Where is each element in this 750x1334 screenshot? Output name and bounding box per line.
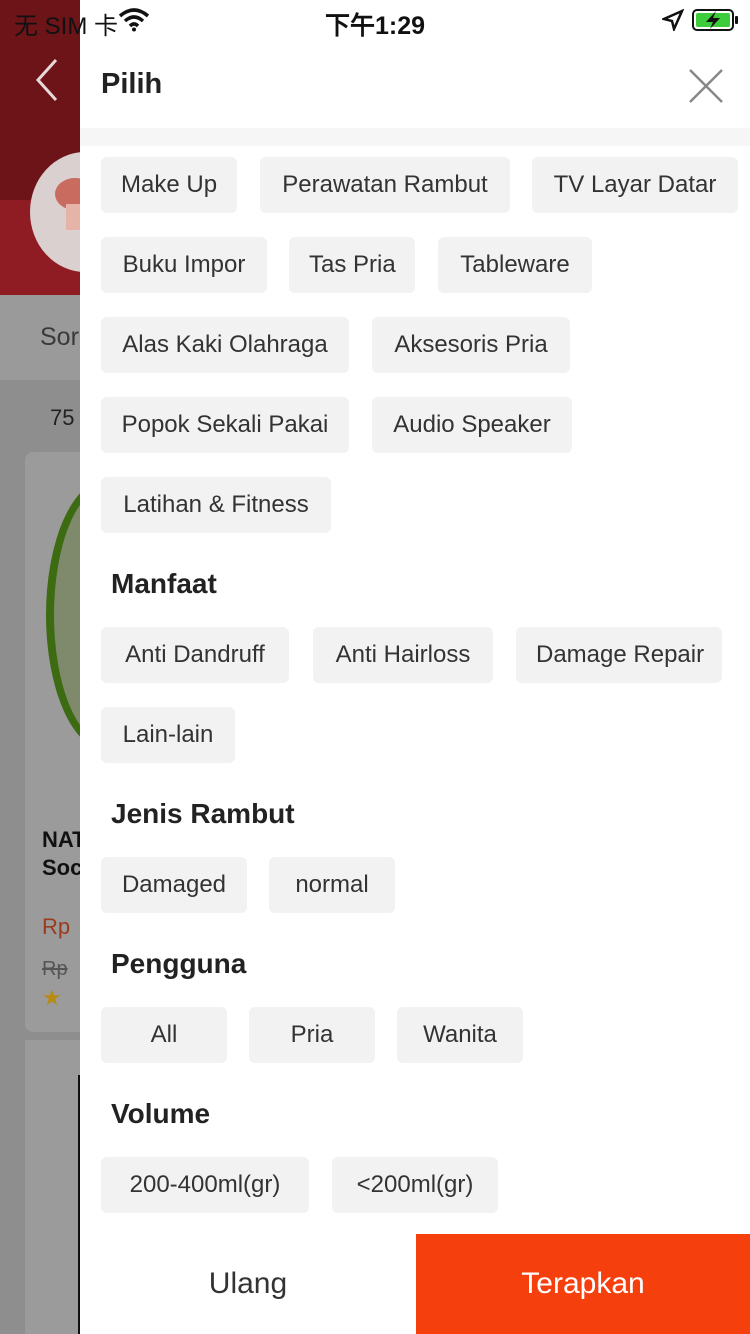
status-bar: 无 SIM 卡 下午1:29 <box>0 0 750 40</box>
volume-chip[interactable]: <200ml(gr) <box>332 1157 498 1213</box>
user-chip[interactable]: Pria <box>249 1007 375 1063</box>
section-title-jenis-rambut: Jenis Rambut <box>111 798 295 829</box>
header-divider <box>80 128 750 146</box>
filter-drawer: Pilih Make Up Perawatan Rambut TV Layar … <box>80 0 750 1334</box>
category-chip[interactable]: Tas Pria <box>289 237 415 293</box>
user-chip[interactable]: Wanita <box>397 1007 523 1063</box>
star-icon: ★ <box>42 985 62 1010</box>
location-arrow-icon <box>662 9 684 31</box>
result-count: 75 <box>50 405 75 430</box>
hair-type-chip[interactable]: normal <box>269 857 395 913</box>
product-price: Rp <box>42 914 71 939</box>
manfaat-chip[interactable]: Anti Dandruff <box>101 627 289 683</box>
apply-button[interactable]: Terapkan <box>416 1234 750 1334</box>
section-title-volume: Volume <box>111 1098 211 1129</box>
category-chip[interactable]: Make Up <box>101 157 237 213</box>
drawer-header: Pilih <box>80 40 750 128</box>
user-chip[interactable]: All <box>101 1007 227 1063</box>
drawer-footer: Ulang Terapkan <box>80 1234 750 1334</box>
category-chip[interactable]: Aksesoris Pria <box>372 317 570 373</box>
section-title-manfaat: Manfaat <box>111 568 217 599</box>
category-chip[interactable]: Perawatan Rambut <box>260 157 510 213</box>
category-chip[interactable]: TV Layar Datar <box>532 157 738 213</box>
drawer-title: Pilih <box>101 68 163 100</box>
category-chip[interactable]: Popok Sekali Pakai <box>101 397 349 453</box>
volume-chip[interactable]: 200-400ml(gr) <box>101 1157 309 1213</box>
manfaat-chip[interactable]: Anti Hairloss <box>313 627 493 683</box>
battery-charging-icon <box>692 9 738 31</box>
clock: 下午1:29 <box>324 12 426 40</box>
reset-button[interactable]: Ulang <box>80 1234 416 1334</box>
back-arrow-icon <box>35 58 58 102</box>
product-old-price: Rp <box>42 958 68 980</box>
category-chip[interactable]: Alas Kaki Olahraga <box>101 317 349 373</box>
close-icon[interactable] <box>684 64 728 108</box>
manfaat-chip[interactable]: Lain-lain <box>101 707 235 763</box>
manfaat-chip[interactable]: Damage Repair <box>516 627 722 683</box>
category-chip[interactable]: Tableware <box>438 237 592 293</box>
category-chip[interactable]: Audio Speaker <box>372 397 572 453</box>
category-chip[interactable]: Buku Impor <box>101 237 267 293</box>
sort-label: Sor <box>40 323 79 351</box>
hair-type-chip[interactable]: Damaged <box>101 857 247 913</box>
category-chip[interactable]: Latihan & Fitness <box>101 477 331 533</box>
section-title-pengguna: Pengguna <box>111 948 247 979</box>
